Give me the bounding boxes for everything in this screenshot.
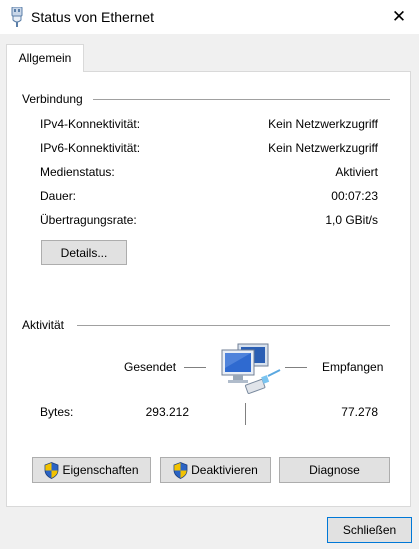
ipv6-label: IPv6-Konnektivität: — [40, 141, 141, 155]
tab-panel — [6, 71, 411, 507]
section-heading-connection: Verbindung — [22, 92, 87, 106]
section-divider — [77, 325, 390, 326]
speed-label: Übertragungsrate: — [40, 213, 137, 227]
bytes-sent-value: 293.212 — [145, 405, 189, 419]
window-title: Status von Ethernet — [31, 9, 154, 25]
network-adapter-icon — [11, 7, 23, 27]
media-status-label: Medienstatus: — [40, 165, 115, 179]
shield-icon — [45, 461, 59, 479]
bytes-received-value: 77.278 — [341, 405, 378, 419]
speed-value: 1,0 GBit/s — [325, 213, 378, 227]
tab-allgemein[interactable]: Allgemein — [6, 44, 84, 72]
sent-line — [184, 367, 206, 368]
sent-label: Gesendet — [124, 360, 177, 374]
media-status-value: Aktiviert — [335, 165, 378, 179]
disable-button-label: Deaktivieren — [191, 463, 258, 477]
duration-value: 00:07:23 — [331, 189, 378, 203]
disable-button[interactable]: Deaktivieren — [160, 457, 271, 483]
bytes-divider — [245, 403, 246, 425]
shield-icon — [173, 461, 188, 479]
properties-button[interactable]: Eigenschaften — [32, 457, 151, 483]
close-button[interactable]: Schließen — [327, 517, 412, 543]
network-computers-icon — [221, 343, 281, 394]
ipv4-value: Kein Netzwerkzugriff — [268, 117, 378, 131]
section-divider — [93, 99, 390, 100]
duration-label: Dauer: — [40, 189, 77, 203]
ipv6-value: Kein Netzwerkzugriff — [268, 141, 378, 155]
close-icon[interactable]: ✕ — [385, 4, 413, 30]
details-button[interactable]: Details... — [41, 240, 127, 265]
properties-button-label: Eigenschaften — [62, 463, 139, 477]
received-label: Empfangen — [322, 360, 384, 374]
ipv4-label: IPv4-Konnektivität: — [40, 117, 141, 131]
received-line — [285, 367, 307, 368]
section-heading-activity: Aktivität — [22, 318, 69, 332]
diagnose-button[interactable]: Diagnose — [279, 457, 390, 483]
bytes-label: Bytes: — [40, 405, 74, 419]
